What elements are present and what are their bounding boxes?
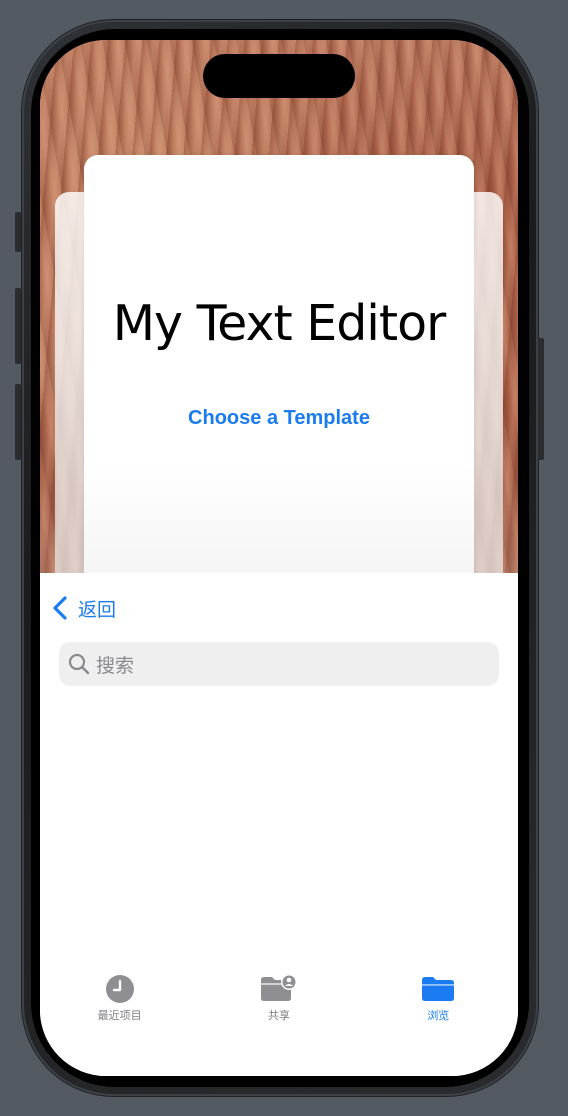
tab-browse[interactable]: 浏览: [378, 973, 498, 1043]
power-button: [538, 338, 544, 460]
chevron-left-icon: [50, 595, 72, 621]
tab-recents-label: 最近项目: [97, 1009, 142, 1022]
tab-recents[interactable]: 最近项目: [60, 973, 180, 1043]
choose-template-button[interactable]: Choose a Template: [84, 407, 474, 430]
phone-screen: My Text Editor Choose a Template 返回 搜索 最…: [40, 40, 518, 1076]
folder-icon: [418, 973, 458, 1005]
document-title: My Text Editor: [112, 295, 447, 352]
document-preview-card: My Text Editor Choose a Template: [84, 155, 474, 595]
volume-down-button: [15, 384, 21, 460]
shared-folder-icon: [259, 973, 299, 1005]
action-button: [15, 212, 21, 252]
tab-shared-label: 共享: [267, 1009, 290, 1022]
file-browser-sheet: 返回 搜索 最近项目 共享 浏览: [40, 573, 518, 1076]
back-label: 返回: [78, 598, 117, 621]
magnifying-glass-icon: [68, 653, 90, 675]
tab-bar: 最近项目 共享 浏览: [40, 973, 518, 1043]
dynamic-island: [203, 54, 355, 98]
volume-up-button: [15, 288, 21, 364]
back-button[interactable]: 返回: [50, 593, 116, 623]
search-input[interactable]: 搜索: [59, 642, 499, 686]
tab-browse-label: 浏览: [427, 1009, 450, 1022]
clock-icon: [100, 973, 140, 1005]
tab-shared[interactable]: 共享: [219, 973, 339, 1043]
search-placeholder: 搜索: [96, 654, 135, 677]
